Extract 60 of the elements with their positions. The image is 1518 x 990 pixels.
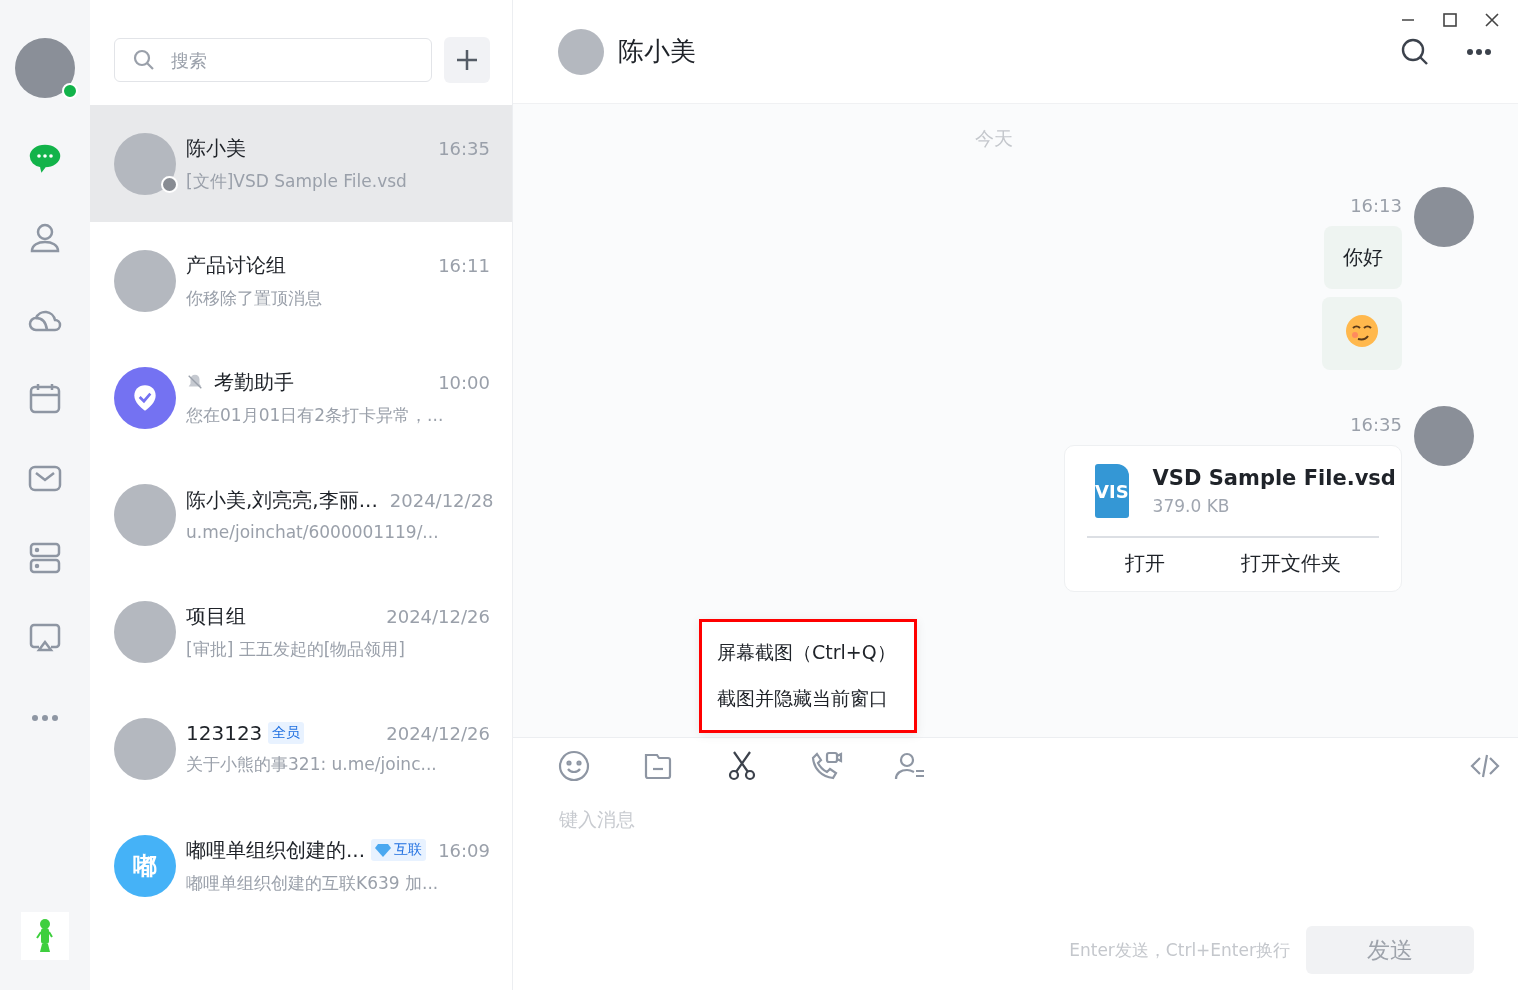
menu-item[interactable]: 截图并隐藏当前窗口	[702, 676, 914, 722]
chat-name: 嘟哩单组织创建的...	[186, 836, 366, 864]
menu-item[interactable]: 屏幕截图（Ctrl+Q）	[702, 630, 914, 676]
chat-tag: 全员	[268, 722, 305, 744]
chat-name: 陈小美	[186, 134, 246, 162]
chat-list-item[interactable]: 陈小美,刘亮亮,李丽... 2024/12/28 u.me/joinchat/6000001119/...	[90, 456, 512, 573]
chat-time: 2024/12/28	[389, 490, 494, 511]
file-action-link[interactable]: 打开	[1125, 550, 1165, 577]
chat-list-item[interactable]: 陈小美 16:35 [文件]VSD Sample File.vsd	[90, 105, 512, 222]
avatar-letter: 嘟	[114, 834, 176, 897]
search-field[interactable]: 搜索	[114, 38, 432, 82]
chat-time: 2024/12/26	[386, 722, 490, 744]
chat-list-item[interactable]: 产品讨论组 16:11 你移除了置顶消息	[90, 222, 512, 339]
file-action-link[interactable]: 打开文件夹	[1241, 550, 1341, 577]
sender-avatar	[1414, 187, 1474, 247]
chat-name: 考勤助手	[214, 368, 294, 396]
chat-name: 项目组	[186, 602, 246, 630]
message-bubble: 你好	[1324, 226, 1402, 289]
server-icon[interactable]	[27, 540, 63, 576]
file-size: 379.0 KB	[1152, 496, 1231, 516]
chat-time: 16:11	[438, 254, 490, 276]
chat-list-item[interactable]: 项目组 2024/12/26 [审批] 王五发起的[物品领用]	[90, 573, 512, 690]
add-button[interactable]	[444, 37, 490, 83]
plus-icon	[455, 48, 479, 72]
chat-preview: 您在01月01日有2条打卡异常，...	[186, 403, 445, 427]
chat-name: 产品讨论组	[186, 251, 286, 279]
file-card[interactable]: VIS VSD Sample File.vsd 379.0 KB 打开 打开文件夹	[1064, 445, 1402, 592]
chat-name: 123123	[186, 721, 263, 745]
chat-preview: 嘟哩单组织创建的互联K639 加...	[186, 871, 440, 895]
chat-time: 16:35	[438, 137, 490, 159]
chat-title: 陈小美	[618, 35, 696, 68]
chat-list-item[interactable]: 考勤助手 10:00 您在01月01日有2条打卡异常，...	[90, 339, 512, 456]
user-avatar[interactable]	[15, 38, 75, 98]
sender-avatar	[1414, 406, 1474, 466]
chat-preview: [文件]VSD Sample File.vsd	[186, 169, 408, 193]
chat-preview: [审批] 王五发起的[物品领用]	[186, 637, 406, 661]
close-icon[interactable]	[1484, 12, 1500, 28]
chat-name: 陈小美,刘亮亮,李丽...	[186, 487, 378, 514]
chat-tag: 互联	[371, 839, 427, 861]
search-icon	[132, 48, 156, 72]
chat-time: 16:09	[438, 839, 490, 861]
smirk-emoji-icon	[1344, 313, 1380, 349]
chat-list-item[interactable]: 嘟 嘟哩单组织创建的... 互联 16:09 嘟哩单组织创建的互联K639 加...	[90, 807, 512, 924]
chat-list-item[interactable]: 123123 全员 2024/12/26 关于小熊的事321: u.me/joinc...	[90, 690, 512, 807]
maximize-icon[interactable]	[1442, 12, 1458, 28]
message-time: 16:13	[1350, 195, 1402, 216]
chat-preview: 你移除了置顶消息	[186, 286, 323, 310]
chat-time: 2024/12/26	[386, 605, 490, 627]
mascot-icon[interactable]	[21, 912, 69, 960]
file-name: VSD Sample File.vsd	[1152, 466, 1396, 490]
search-icon[interactable]	[1400, 36, 1430, 67]
chat-preview: u.me/joinchat/6000001119/...	[186, 522, 440, 542]
chat-time: 10:00	[438, 371, 490, 393]
send-hint: Enter发送，Ctrl+Enter换行	[1069, 938, 1290, 962]
chat-preview: 关于小熊的事321: u.me/joinc...	[186, 753, 438, 776]
diamond-icon	[375, 843, 392, 857]
file-type-icon: VIS	[1095, 464, 1129, 518]
more-icon[interactable]	[1466, 47, 1492, 56]
message-time: 16:35	[1350, 414, 1402, 435]
contact-avatar	[558, 28, 604, 75]
